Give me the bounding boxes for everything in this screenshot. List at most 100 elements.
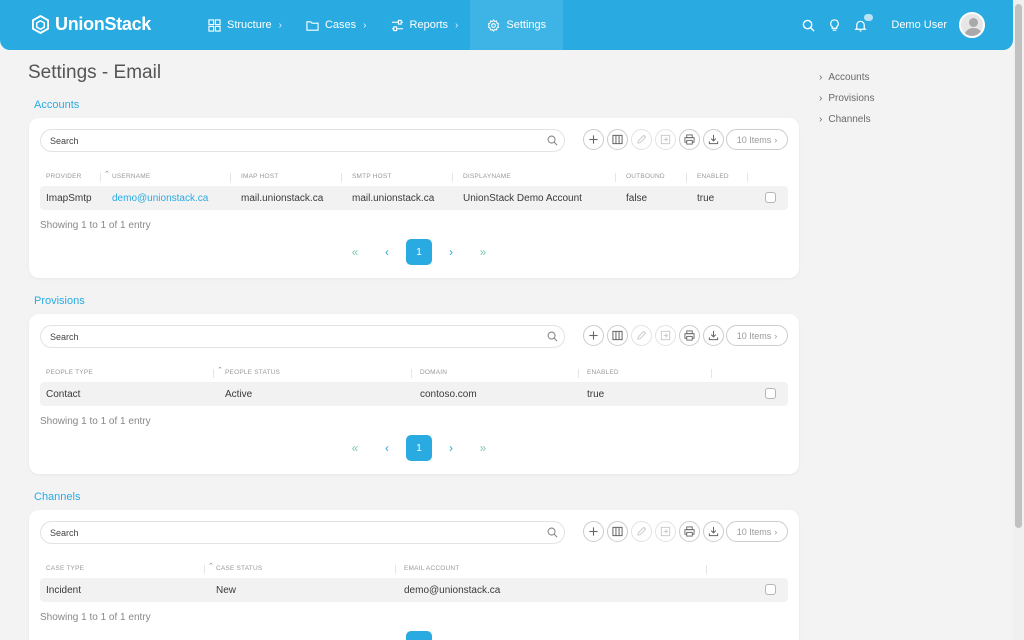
section-nav-channels[interactable]: › Channels — [819, 109, 874, 130]
print-button[interactable] — [679, 325, 700, 346]
edit-button[interactable] — [631, 325, 652, 346]
chevron-right-icon: › — [363, 19, 367, 31]
download-button[interactable] — [703, 129, 724, 150]
add-button[interactable] — [583, 129, 604, 150]
column-header[interactable]: PEOPLE TYPE — [46, 369, 93, 376]
search-input[interactable]: Search — [40, 521, 565, 544]
user-name[interactable]: Demo User — [891, 19, 947, 31]
column-header[interactable]: SMTP HOST — [352, 173, 392, 180]
last-page-button[interactable]: » — [467, 435, 499, 461]
first-page-button[interactable]: « — [339, 631, 371, 640]
row-checkbox[interactable] — [765, 584, 776, 595]
top-bar: UnionStack Structure › Cases › Reports ›… — [0, 0, 1013, 50]
first-page-button[interactable]: « — [339, 239, 371, 265]
table-header: PEOPLE TYPE ⌃ PEOPLE STATUS DOMAIN ENABLE… — [40, 367, 788, 381]
column-divider — [230, 173, 231, 182]
last-page-button[interactable]: » — [467, 631, 499, 640]
prev-page-button[interactable]: ‹ — [371, 435, 403, 461]
section-nav-provisions[interactable]: › Provisions — [819, 88, 874, 109]
page-size-select[interactable]: 10 Items › — [726, 129, 788, 150]
column-header[interactable]: IMAP HOST — [241, 173, 278, 180]
column-header[interactable]: ⌃ USERNAME — [104, 171, 150, 180]
search-input[interactable]: Search — [40, 129, 565, 152]
print-button[interactable] — [679, 129, 700, 150]
nav-settings-label: Settings — [506, 19, 547, 31]
cell-smtp-host: mail.unionstack.ca — [352, 193, 435, 204]
columns-button[interactable] — [607, 521, 628, 542]
export-button[interactable] — [655, 521, 676, 542]
table-row[interactable]: ImapSmtp demo@unionstack.ca mail.unionst… — [40, 186, 788, 210]
avatar-body — [965, 28, 982, 36]
chevron-right-icon: › — [819, 93, 823, 104]
edit-button[interactable] — [631, 521, 652, 542]
current-page-button[interactable]: 1 — [406, 435, 432, 461]
table-row[interactable]: Contact Active contoso.com true — [40, 382, 788, 406]
add-button[interactable] — [583, 325, 604, 346]
download-icon — [708, 330, 719, 341]
page-scrollbar[interactable] — [1013, 0, 1024, 640]
row-checkbox[interactable] — [765, 388, 776, 399]
download-icon — [708, 134, 719, 145]
nav-cases[interactable]: Cases › — [294, 0, 379, 50]
columns-icon — [612, 134, 623, 145]
plus-icon — [589, 331, 598, 340]
page-size-select[interactable]: 10 Items › — [726, 325, 788, 346]
column-header[interactable]: DOMAIN — [420, 369, 447, 376]
export-button[interactable] — [655, 325, 676, 346]
column-header[interactable]: ENABLED — [697, 173, 729, 180]
nav-structure[interactable]: Structure › — [196, 0, 294, 50]
column-divider — [706, 565, 707, 574]
column-header[interactable]: ⌃ PEOPLE STATUS — [217, 367, 281, 376]
next-page-button[interactable]: › — [435, 631, 467, 640]
nav-settings[interactable]: Settings — [470, 0, 564, 50]
first-page-button[interactable]: « — [339, 435, 371, 461]
next-page-button[interactable]: › — [435, 239, 467, 265]
column-header[interactable]: PROVIDER — [46, 173, 82, 180]
columns-button[interactable] — [607, 129, 628, 150]
column-header-label: PEOPLE STATUS — [225, 369, 281, 376]
search-input[interactable]: Search — [40, 325, 565, 348]
column-divider — [395, 565, 396, 574]
sort-icon: ⌃ — [104, 171, 111, 178]
gear-icon — [488, 18, 500, 32]
scrollbar-thumb[interactable] — [1015, 4, 1022, 528]
column-divider — [615, 173, 616, 182]
column-divider — [411, 369, 412, 378]
avatar[interactable] — [959, 12, 985, 38]
column-header-label: CASE STATUS — [216, 565, 263, 572]
edit-button[interactable] — [631, 129, 652, 150]
channels-card: Search 10 Items › CASE TYPE ⌃ CASE STATUS … — [29, 510, 799, 640]
plus-icon — [589, 527, 598, 536]
export-button[interactable] — [655, 129, 676, 150]
last-page-button[interactable]: » — [467, 239, 499, 265]
columns-button[interactable] — [607, 325, 628, 346]
brand-logo[interactable]: UnionStack — [32, 14, 151, 35]
print-button[interactable] — [679, 521, 700, 542]
prev-page-button[interactable]: ‹ — [371, 631, 403, 640]
search-icon[interactable] — [801, 18, 815, 32]
prev-page-button[interactable]: ‹ — [371, 239, 403, 265]
column-header[interactable]: ⌃ CASE STATUS — [208, 563, 263, 572]
column-header[interactable]: OUTBOUND — [626, 173, 665, 180]
table-row[interactable]: Incident New demo@unionstack.ca — [40, 578, 788, 602]
chevron-right-icon: › — [278, 19, 282, 31]
export-icon — [660, 134, 671, 145]
page-size-select[interactable]: 10 Items › — [726, 521, 788, 542]
bell-icon[interactable] — [853, 14, 874, 32]
download-button[interactable] — [703, 521, 724, 542]
row-checkbox[interactable] — [765, 192, 776, 203]
column-header[interactable]: CASE TYPE — [46, 565, 84, 572]
column-header[interactable]: DISPLAYNAME — [463, 173, 511, 180]
lightbulb-icon[interactable] — [827, 18, 841, 32]
add-button[interactable] — [583, 521, 604, 542]
current-page-button[interactable]: 1 — [406, 631, 432, 640]
download-button[interactable] — [703, 325, 724, 346]
next-page-button[interactable]: › — [435, 435, 467, 461]
current-page-button[interactable]: 1 — [406, 239, 432, 265]
column-header[interactable]: EMAIL ACCOUNT — [404, 565, 459, 572]
nav-reports[interactable]: Reports › — [379, 0, 471, 50]
section-nav-accounts[interactable]: › Accounts — [819, 67, 874, 88]
cell-username-link[interactable]: demo@unionstack.ca — [112, 193, 208, 204]
column-header[interactable]: ENABLED — [587, 369, 619, 376]
section-nav-label: Accounts — [828, 72, 870, 83]
